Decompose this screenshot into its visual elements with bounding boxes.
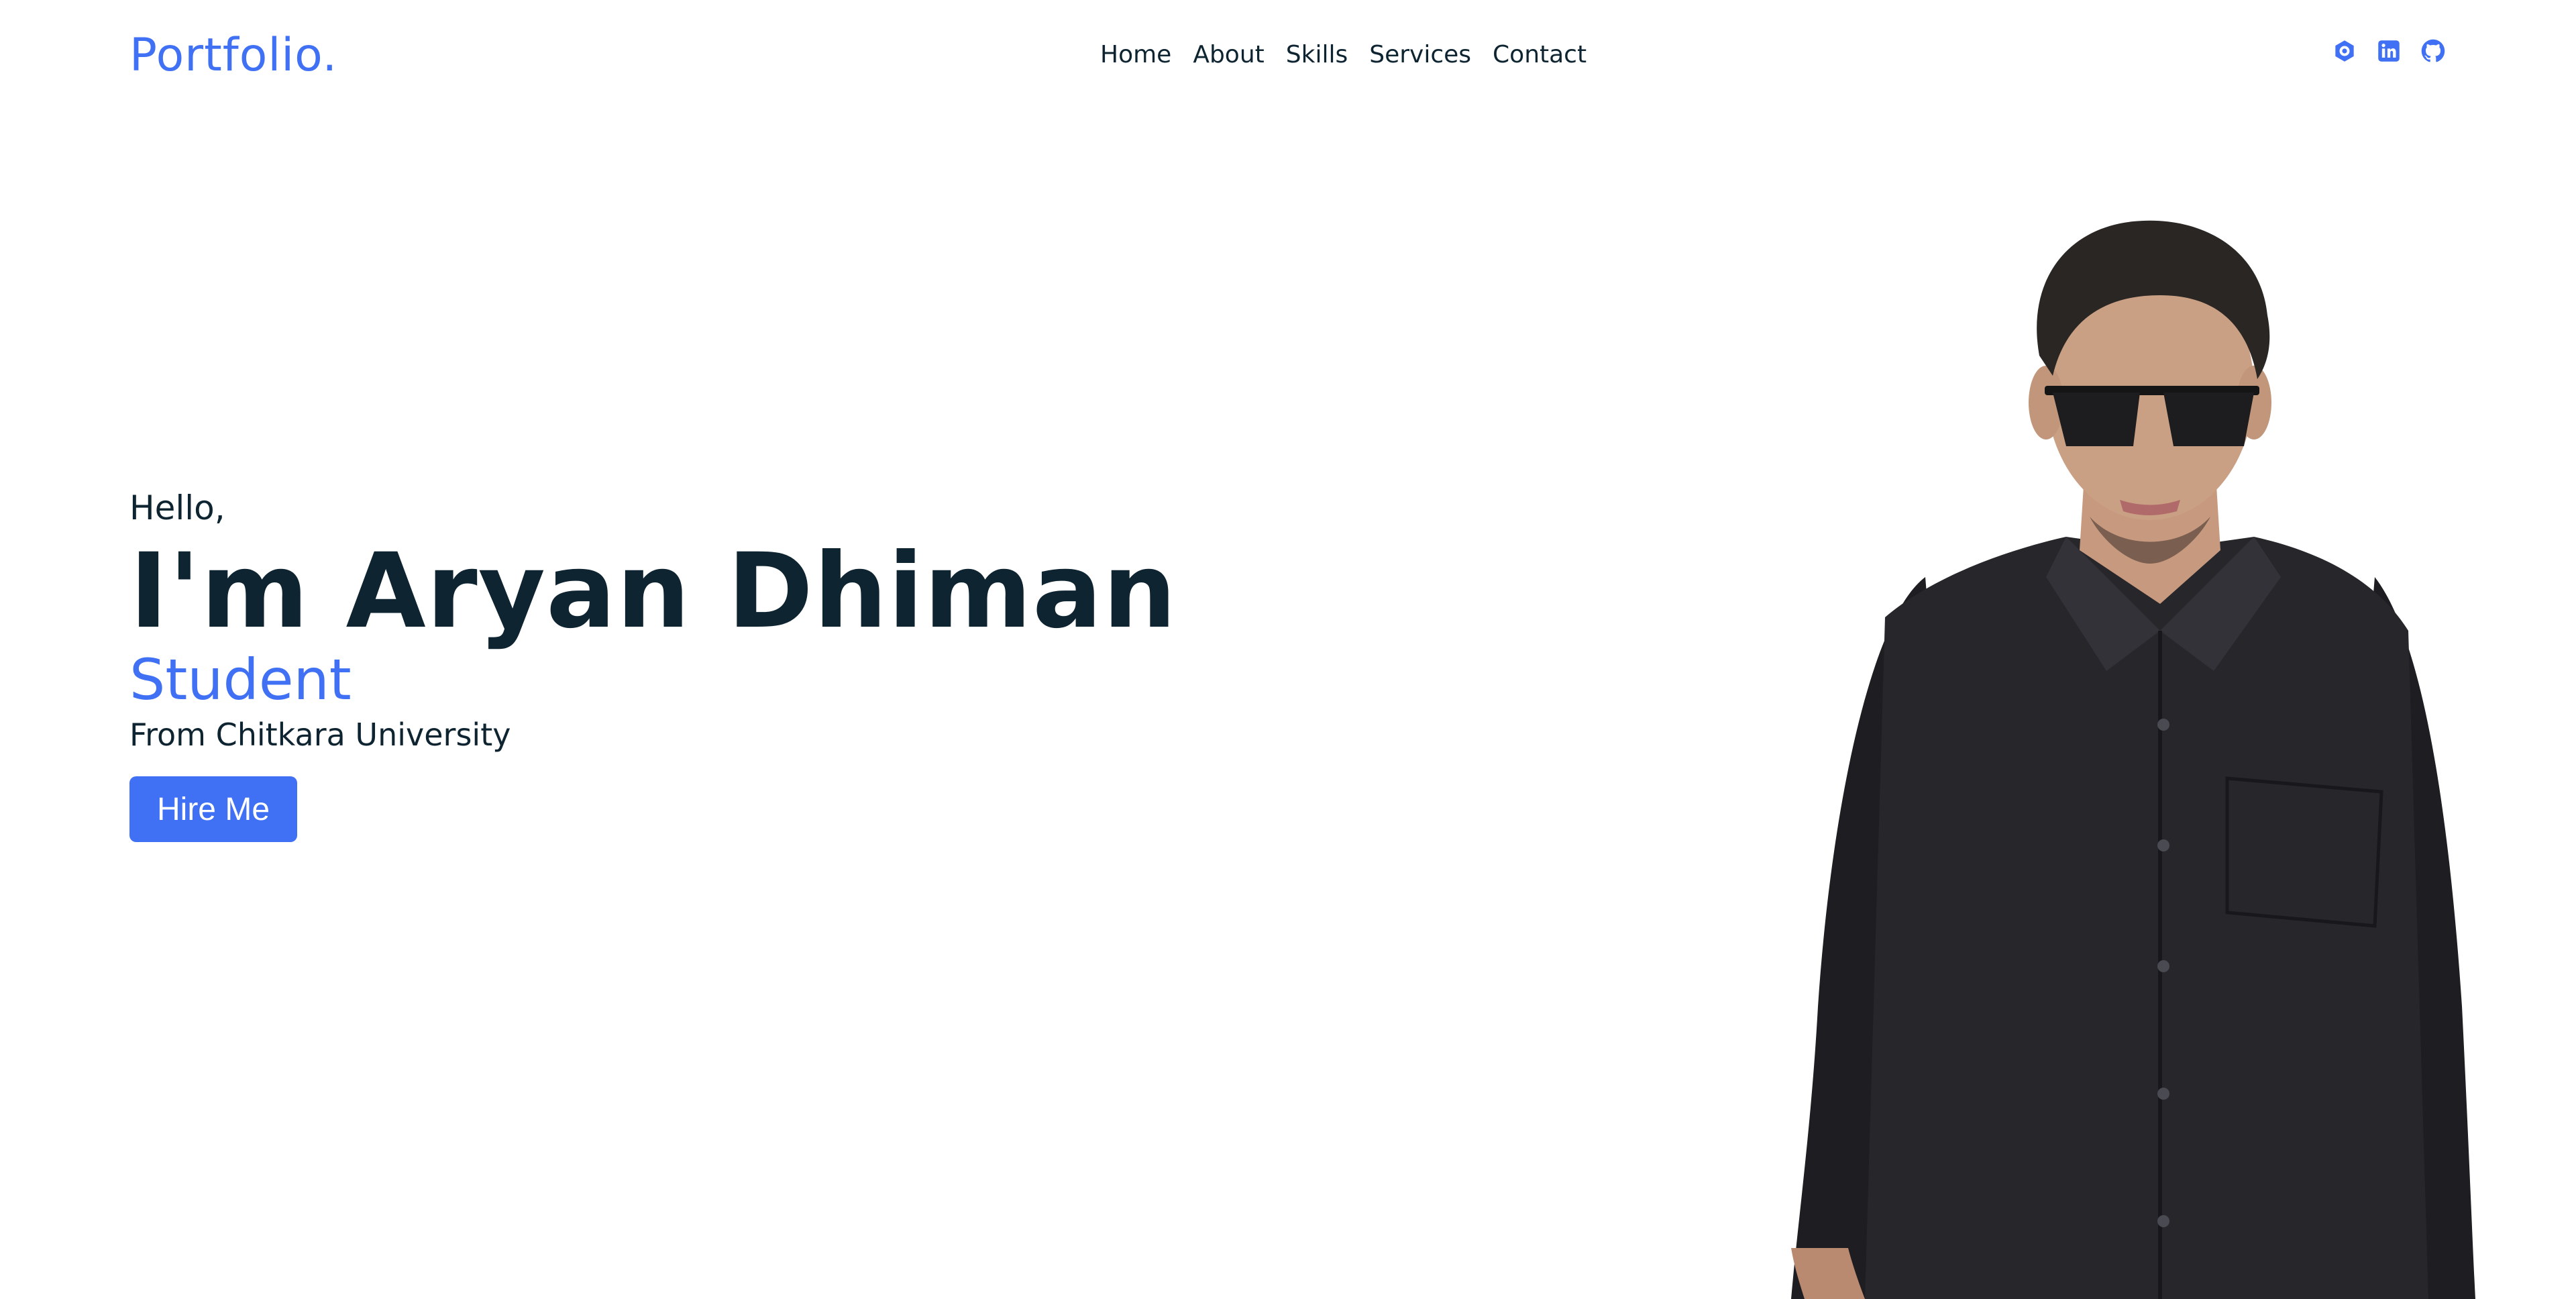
nav-link-about[interactable]: About [1193,38,1264,72]
hero-greeting: Hello, [129,488,225,527]
social-links [2332,39,2445,63]
hashnode-icon[interactable] [2332,39,2357,63]
linkedin-icon[interactable] [2377,39,2401,63]
hero-name: I'm Aryan Dhiman [129,531,1177,652]
hire-me-button[interactable]: Hire Me [129,776,297,842]
nav-link-services[interactable]: Services [1369,38,1471,72]
site-header: Portfolio. Home About Skills Services Co… [0,0,2576,107]
hero-subtitle: From Chitkara University [129,717,511,753]
nav-link-skills[interactable]: Skills [1286,38,1348,72]
hero-role: Student [129,647,352,713]
hero-text: Hello, I'm Aryan Dhiman Student From Chi… [129,484,1177,842]
site-logo[interactable]: Portfolio. [129,25,337,86]
profile-photo [1791,220,2475,1299]
nav-link-contact[interactable]: Contact [1493,38,1587,72]
main-nav: Home About Skills Services Contact [1100,38,1587,72]
nav-link-home[interactable]: Home [1100,38,1171,72]
github-icon[interactable] [2421,39,2445,63]
